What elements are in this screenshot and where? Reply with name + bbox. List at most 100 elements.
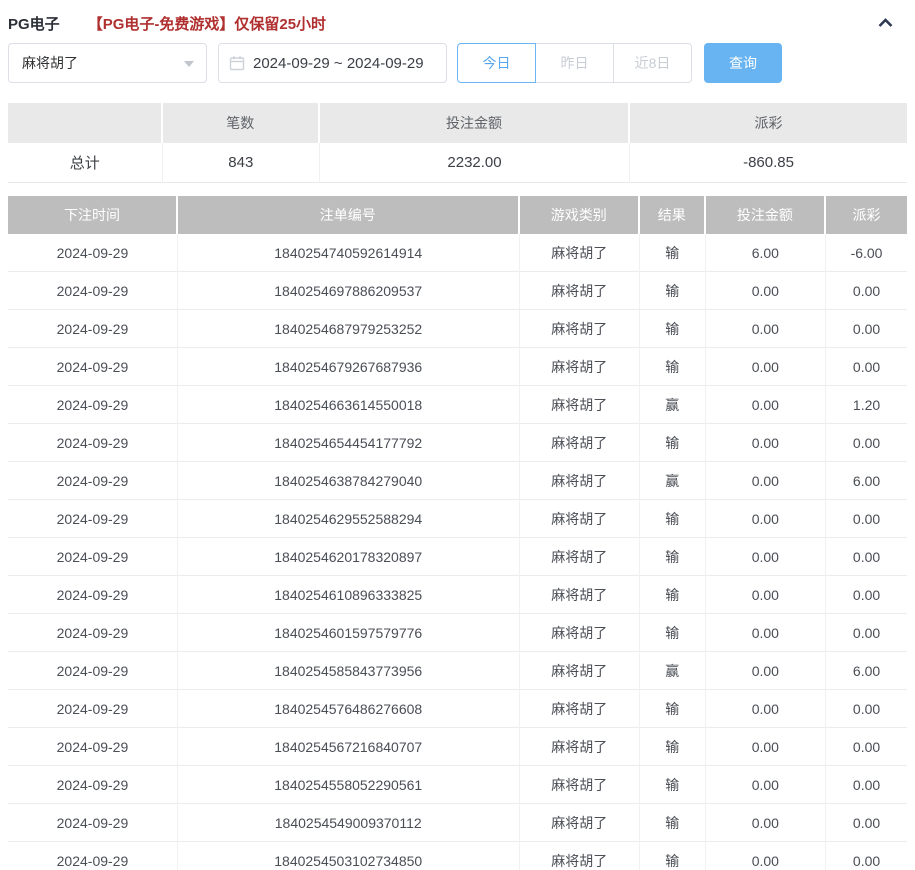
bet-amount-cell: 0.00: [706, 804, 826, 842]
result-cell: 输: [640, 272, 706, 310]
bet-time-cell: 2024-09-29: [8, 766, 178, 804]
bet-amount-cell: 0.00: [706, 576, 826, 614]
payout-cell: 0.00: [826, 728, 907, 766]
bet-table-body: 2024-09-291840254740592614914麻将胡了输6.00-6…: [8, 234, 907, 870]
summary-total-row: 总计 843 2232.00 -860.85: [8, 143, 907, 183]
bet-amount-cell: 0.00: [706, 842, 826, 870]
quick-range-group: 今日 昨日 近8日: [457, 43, 692, 83]
header-payout: 派彩: [826, 196, 907, 234]
bet-time-cell: 2024-09-29: [8, 310, 178, 348]
payout-cell: 0.00: [826, 576, 907, 614]
table-row: 2024-09-291840254687979253252麻将胡了输0.000.…: [8, 310, 907, 348]
bet-time-cell: 2024-09-29: [8, 348, 178, 386]
game-type-cell: 麻将胡了: [520, 842, 640, 870]
game-type-cell: 麻将胡了: [520, 576, 640, 614]
game-type-cell: 麻将胡了: [520, 272, 640, 310]
header-game-type: 游戏类别: [520, 196, 640, 234]
table-row: 2024-09-291840254601597579776麻将胡了输0.000.…: [8, 614, 907, 652]
table-row: 2024-09-291840254576486276608麻将胡了输0.000.…: [8, 690, 907, 728]
result-cell: 输: [640, 310, 706, 348]
date-range-input[interactable]: 2024-09-29 ~ 2024-09-29: [218, 43, 447, 83]
summary-total-bet-amount: 2232.00: [320, 143, 630, 183]
result-cell: 输: [640, 500, 706, 538]
table-row: 2024-09-291840254558052290561麻将胡了输0.000.…: [8, 766, 907, 804]
result-cell: 输: [640, 804, 706, 842]
bet-id-cell: 1840254567216840707: [178, 728, 520, 766]
header-result: 结果: [640, 196, 706, 234]
bet-time-cell: 2024-09-29: [8, 728, 178, 766]
query-button[interactable]: 查询: [704, 43, 782, 83]
summary-header-bet-amount: 投注金额: [320, 103, 630, 143]
result-cell: 输: [640, 234, 706, 272]
game-type-cell: 麻将胡了: [520, 804, 640, 842]
bet-amount-cell: 0.00: [706, 386, 826, 424]
calendar-icon: [229, 55, 245, 71]
bet-amount-cell: 0.00: [706, 538, 826, 576]
yesterday-button[interactable]: 昨日: [535, 43, 614, 83]
payout-cell: 0.00: [826, 614, 907, 652]
bet-amount-cell: 0.00: [706, 614, 826, 652]
game-type-cell: 麻将胡了: [520, 348, 640, 386]
table-row: 2024-09-291840254620178320897麻将胡了输0.000.…: [8, 538, 907, 576]
bet-amount-cell: 0.00: [706, 424, 826, 462]
payout-cell: 6.00: [826, 462, 907, 500]
chevron-down-icon: [184, 61, 194, 67]
bet-table-header-row: 下注时间 注单编号 游戏类别 结果 投注金额 派彩: [8, 196, 907, 234]
bet-time-cell: 2024-09-29: [8, 614, 178, 652]
table-row: 2024-09-291840254585843773956麻将胡了赢0.006.…: [8, 652, 907, 690]
result-cell: 输: [640, 614, 706, 652]
result-cell: 赢: [640, 462, 706, 500]
bet-id-cell: 1840254740592614914: [178, 234, 520, 272]
bet-records-table: 下注时间 注单编号 游戏类别 结果 投注金额 派彩 2024-09-291840…: [8, 196, 907, 870]
game-type-cell: 麻将胡了: [520, 614, 640, 652]
bet-id-cell: 1840254503102734850: [178, 842, 520, 870]
retention-notice: 【PG电子-免费游戏】仅保留25小时: [88, 13, 326, 34]
bet-id-cell: 1840254601597579776: [178, 614, 520, 652]
result-cell: 赢: [640, 386, 706, 424]
game-type-cell: 麻将胡了: [520, 728, 640, 766]
game-type-cell: 麻将胡了: [520, 766, 640, 804]
bet-id-cell: 1840254629552588294: [178, 500, 520, 538]
bet-id-cell: 1840254549009370112: [178, 804, 520, 842]
last-8-days-button[interactable]: 近8日: [613, 43, 692, 83]
today-button[interactable]: 今日: [457, 43, 536, 83]
table-row: 2024-09-291840254663614550018麻将胡了赢0.001.…: [8, 386, 907, 424]
result-cell: 输: [640, 728, 706, 766]
panel-header: PG电子 【PG电子-免费游戏】仅保留25小时: [8, 0, 907, 34]
payout-cell: 0.00: [826, 804, 907, 842]
summary-total-count: 843: [163, 143, 320, 183]
payout-cell: 0.00: [826, 538, 907, 576]
game-type-cell: 麻将胡了: [520, 386, 640, 424]
summary-total-label: 总计: [8, 143, 163, 183]
bet-amount-cell: 0.00: [706, 500, 826, 538]
table-row: 2024-09-291840254629552588294麻将胡了输0.000.…: [8, 500, 907, 538]
game-type-cell: 麻将胡了: [520, 538, 640, 576]
game-select[interactable]: 麻将胡了: [8, 43, 207, 83]
game-type-cell: 麻将胡了: [520, 234, 640, 272]
table-row: 2024-09-291840254740592614914麻将胡了输6.00-6…: [8, 234, 907, 272]
table-row: 2024-09-291840254503102734850麻将胡了输0.000.…: [8, 842, 907, 870]
result-cell: 赢: [640, 652, 706, 690]
result-cell: 输: [640, 766, 706, 804]
payout-cell: 0.00: [826, 310, 907, 348]
bet-id-cell: 1840254620178320897: [178, 538, 520, 576]
bet-amount-cell: 0.00: [706, 272, 826, 310]
bet-id-cell: 1840254638784279040: [178, 462, 520, 500]
payout-cell: 0.00: [826, 272, 907, 310]
collapse-panel-button[interactable]: [878, 15, 893, 33]
result-cell: 输: [640, 690, 706, 728]
bet-amount-cell: 0.00: [706, 690, 826, 728]
bet-id-cell: 1840254663614550018: [178, 386, 520, 424]
bet-time-cell: 2024-09-29: [8, 652, 178, 690]
pg-games-panel: PG电子 【PG电子-免费游戏】仅保留25小时 麻将胡了 2024-09-29 …: [0, 0, 915, 870]
date-range-value: 2024-09-29 ~ 2024-09-29: [253, 55, 424, 72]
game-type-cell: 麻将胡了: [520, 310, 640, 348]
bet-amount-cell: 0.00: [706, 766, 826, 804]
bet-time-cell: 2024-09-29: [8, 424, 178, 462]
payout-cell: 0.00: [826, 690, 907, 728]
header-bet-id: 注单编号: [178, 196, 520, 234]
header-bet-time: 下注时间: [8, 196, 178, 234]
bet-id-cell: 1840254610896333825: [178, 576, 520, 614]
payout-cell: 6.00: [826, 652, 907, 690]
bet-id-cell: 1840254679267687936: [178, 348, 520, 386]
